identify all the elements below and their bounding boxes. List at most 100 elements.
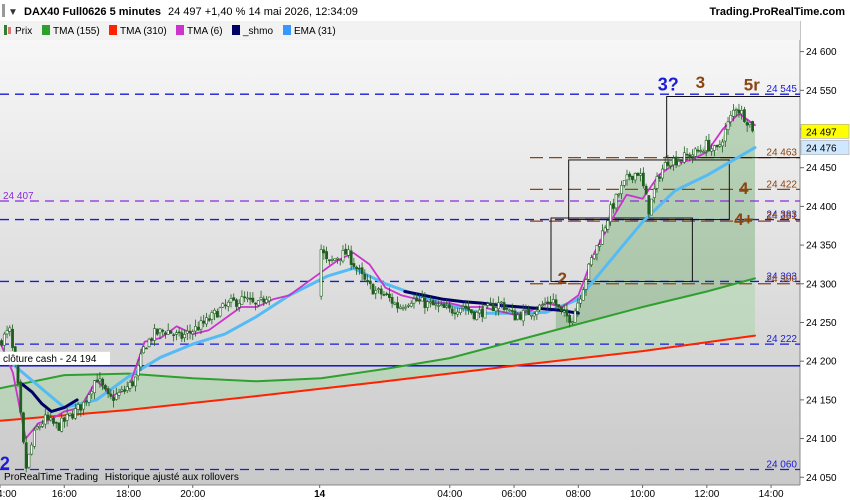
candle-body xyxy=(251,297,255,303)
candle-body xyxy=(87,394,91,403)
candle-body xyxy=(139,353,143,368)
candle-body xyxy=(131,381,135,387)
candle-body xyxy=(524,308,528,311)
candle-body xyxy=(521,310,525,322)
collapse-icon[interactable]: ▼ xyxy=(8,7,18,18)
candle-body xyxy=(352,263,356,267)
candle-body xyxy=(174,332,178,335)
x-tick-label: 20:00 xyxy=(180,489,205,500)
candle-body xyxy=(538,304,541,311)
candle-body xyxy=(601,230,604,245)
candle-body xyxy=(740,110,744,115)
candle-body xyxy=(423,297,427,308)
candle-body xyxy=(82,401,85,410)
y-tick-label: 24 350 xyxy=(806,241,837,252)
candle-body xyxy=(459,308,462,313)
y-tick-label: 24 550 xyxy=(806,86,837,97)
candle-body xyxy=(540,304,544,307)
candle-body xyxy=(360,267,364,274)
candle-body xyxy=(90,391,94,395)
candle-body xyxy=(734,109,738,111)
candle-body xyxy=(368,280,372,284)
candle-body xyxy=(374,290,378,294)
left-level-label: 24 407 xyxy=(3,191,34,202)
candle-body xyxy=(0,340,4,346)
candle-body xyxy=(191,331,195,335)
grip-icon[interactable] xyxy=(2,4,5,17)
candle-body xyxy=(527,308,531,316)
candle-body xyxy=(330,259,334,261)
candle-body xyxy=(565,309,569,317)
candle-body xyxy=(117,392,121,396)
candle-body xyxy=(661,168,664,179)
candle-body xyxy=(674,156,678,166)
candle-body xyxy=(480,308,484,318)
candle-body xyxy=(147,338,151,348)
candle-body xyxy=(221,303,225,308)
candle-body xyxy=(712,145,716,151)
candle-body xyxy=(639,173,643,176)
level-label-24-381: 24 381 xyxy=(766,211,797,222)
candle-body xyxy=(177,331,181,334)
candle-body xyxy=(718,144,722,147)
line-swatch-icon xyxy=(42,25,50,35)
candle-body xyxy=(341,250,345,262)
candle-body xyxy=(155,328,159,335)
line-swatch-icon xyxy=(109,25,117,35)
candle-body xyxy=(442,304,446,309)
candle-body xyxy=(696,149,700,152)
candle-body xyxy=(551,299,555,304)
candle-body xyxy=(450,308,454,314)
header-source: Trading.ProRealTime.com xyxy=(709,6,845,18)
candle-body xyxy=(232,297,236,301)
price-chart[interactable]: 24 54524 46324 42224 38324 38124 30324 3… xyxy=(0,0,850,500)
candle-body xyxy=(546,301,550,304)
line-swatch-icon xyxy=(232,25,240,35)
candle-body xyxy=(172,334,176,337)
window-controls: ▼ xyxy=(2,4,18,18)
candle-body xyxy=(363,273,367,280)
candle-body xyxy=(150,338,154,341)
candle-body xyxy=(338,259,342,261)
candle-body xyxy=(393,302,397,305)
candle-body xyxy=(128,382,132,389)
candle-body xyxy=(456,311,460,315)
candle-body xyxy=(573,310,577,323)
candle-body xyxy=(60,417,64,432)
candle-body xyxy=(153,328,156,341)
candle-body xyxy=(109,393,113,397)
candle-body xyxy=(215,311,219,318)
candle-body xyxy=(377,288,380,290)
candle-body xyxy=(516,314,520,320)
candle-body xyxy=(336,257,339,260)
candle-body xyxy=(103,385,107,390)
y-tick-label: 24 100 xyxy=(806,434,837,445)
x-tick-label: 10:00 xyxy=(630,489,655,500)
candle-body xyxy=(387,293,391,298)
candle-body xyxy=(19,381,23,413)
candle-body xyxy=(732,109,735,117)
candle-body xyxy=(210,312,214,320)
candle-body xyxy=(43,414,47,425)
candle-body xyxy=(134,376,137,387)
candle-body xyxy=(415,297,419,302)
candle-body xyxy=(614,193,618,209)
candle-body xyxy=(79,404,83,411)
candle-body xyxy=(237,303,241,308)
candle-body xyxy=(729,115,733,123)
chart-window: 24 545 24 463 24 422 24 383 24 381 24 303 24 3… xyxy=(0,0,850,500)
candle-body xyxy=(169,330,173,334)
candle-body xyxy=(30,444,34,455)
candle-body xyxy=(453,312,457,315)
candle-body xyxy=(196,326,200,331)
legend-label: EMA (31) xyxy=(294,26,336,37)
candle-body xyxy=(560,306,563,311)
candle-body xyxy=(650,198,653,216)
candle-body xyxy=(497,302,501,310)
candle-body xyxy=(570,321,574,324)
candle-body xyxy=(93,380,96,394)
candle-body xyxy=(603,227,607,233)
legend-label: TMA (310) xyxy=(120,26,167,37)
candle-body xyxy=(428,301,432,304)
wave-label-5r-4: 5r xyxy=(744,75,760,94)
